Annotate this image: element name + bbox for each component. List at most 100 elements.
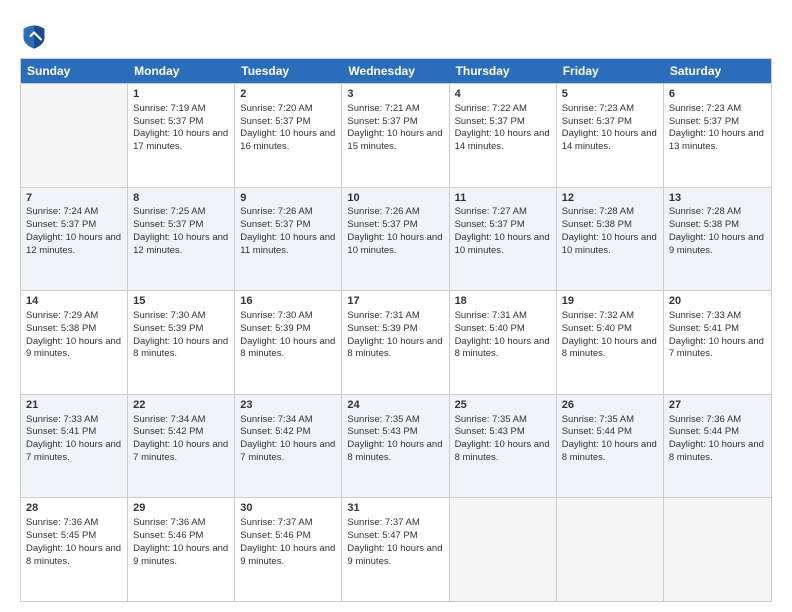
day-info: Sunrise: 7:24 AMSunset: 5:37 PMDaylight:… [26, 206, 122, 257]
day-number: 5 [562, 87, 658, 102]
day-number: 15 [133, 294, 229, 309]
logo-icon [20, 22, 48, 50]
day-info: Sunrise: 7:26 AMSunset: 5:37 PMDaylight:… [347, 206, 443, 257]
weekday-header-tuesday: Tuesday [235, 59, 342, 83]
day-info: Sunrise: 7:20 AMSunset: 5:37 PMDaylight:… [240, 103, 336, 154]
calendar-row-3: 14Sunrise: 7:29 AMSunset: 5:38 PMDayligh… [21, 290, 771, 394]
day-info: Sunrise: 7:30 AMSunset: 5:39 PMDaylight:… [240, 310, 336, 361]
calendar: SundayMondayTuesdayWednesdayThursdayFrid… [20, 58, 772, 602]
calendar-row-5: 28Sunrise: 7:36 AMSunset: 5:45 PMDayligh… [21, 497, 771, 601]
day-number: 11 [455, 191, 551, 206]
day-cell-19: 19Sunrise: 7:32 AMSunset: 5:40 PMDayligh… [557, 291, 664, 394]
day-info: Sunrise: 7:28 AMSunset: 5:38 PMDaylight:… [669, 206, 766, 257]
day-cell-25: 25Sunrise: 7:35 AMSunset: 5:43 PMDayligh… [450, 395, 557, 498]
day-cell-31: 31Sunrise: 7:37 AMSunset: 5:47 PMDayligh… [342, 498, 449, 601]
day-number: 28 [26, 501, 122, 516]
day-cell-16: 16Sunrise: 7:30 AMSunset: 5:39 PMDayligh… [235, 291, 342, 394]
day-number: 25 [455, 398, 551, 413]
day-cell-9: 9Sunrise: 7:26 AMSunset: 5:37 PMDaylight… [235, 188, 342, 291]
weekday-header-friday: Friday [557, 59, 664, 83]
calendar-row-4: 21Sunrise: 7:33 AMSunset: 5:41 PMDayligh… [21, 394, 771, 498]
empty-cell [664, 498, 771, 601]
day-number: 2 [240, 87, 336, 102]
day-cell-4: 4Sunrise: 7:22 AMSunset: 5:37 PMDaylight… [450, 84, 557, 187]
day-info: Sunrise: 7:35 AMSunset: 5:43 PMDaylight:… [455, 414, 551, 465]
day-number: 24 [347, 398, 443, 413]
day-number: 9 [240, 191, 336, 206]
day-cell-11: 11Sunrise: 7:27 AMSunset: 5:37 PMDayligh… [450, 188, 557, 291]
day-cell-7: 7Sunrise: 7:24 AMSunset: 5:37 PMDaylight… [21, 188, 128, 291]
day-cell-2: 2Sunrise: 7:20 AMSunset: 5:37 PMDaylight… [235, 84, 342, 187]
page: SundayMondayTuesdayWednesdayThursdayFrid… [0, 0, 792, 612]
day-number: 23 [240, 398, 336, 413]
day-cell-10: 10Sunrise: 7:26 AMSunset: 5:37 PMDayligh… [342, 188, 449, 291]
day-info: Sunrise: 7:32 AMSunset: 5:40 PMDaylight:… [562, 310, 658, 361]
day-number: 6 [669, 87, 766, 102]
day-info: Sunrise: 7:34 AMSunset: 5:42 PMDaylight:… [240, 414, 336, 465]
day-cell-3: 3Sunrise: 7:21 AMSunset: 5:37 PMDaylight… [342, 84, 449, 187]
weekday-header-saturday: Saturday [664, 59, 771, 83]
calendar-row-1: 1Sunrise: 7:19 AMSunset: 5:37 PMDaylight… [21, 83, 771, 187]
day-number: 27 [669, 398, 766, 413]
logo [20, 22, 52, 50]
calendar-row-2: 7Sunrise: 7:24 AMSunset: 5:37 PMDaylight… [21, 187, 771, 291]
day-info: Sunrise: 7:36 AMSunset: 5:46 PMDaylight:… [133, 517, 229, 568]
day-number: 31 [347, 501, 443, 516]
day-number: 20 [669, 294, 766, 309]
day-info: Sunrise: 7:21 AMSunset: 5:37 PMDaylight:… [347, 103, 443, 154]
weekday-header-wednesday: Wednesday [342, 59, 449, 83]
day-info: Sunrise: 7:29 AMSunset: 5:38 PMDaylight:… [26, 310, 122, 361]
day-info: Sunrise: 7:28 AMSunset: 5:38 PMDaylight:… [562, 206, 658, 257]
calendar-body: 1Sunrise: 7:19 AMSunset: 5:37 PMDaylight… [21, 83, 771, 601]
day-info: Sunrise: 7:34 AMSunset: 5:42 PMDaylight:… [133, 414, 229, 465]
day-info: Sunrise: 7:31 AMSunset: 5:39 PMDaylight:… [347, 310, 443, 361]
day-number: 21 [26, 398, 122, 413]
day-info: Sunrise: 7:36 AMSunset: 5:45 PMDaylight:… [26, 517, 122, 568]
day-number: 17 [347, 294, 443, 309]
day-number: 18 [455, 294, 551, 309]
day-cell-21: 21Sunrise: 7:33 AMSunset: 5:41 PMDayligh… [21, 395, 128, 498]
day-info: Sunrise: 7:22 AMSunset: 5:37 PMDaylight:… [455, 103, 551, 154]
day-cell-8: 8Sunrise: 7:25 AMSunset: 5:37 PMDaylight… [128, 188, 235, 291]
day-cell-24: 24Sunrise: 7:35 AMSunset: 5:43 PMDayligh… [342, 395, 449, 498]
day-number: 14 [26, 294, 122, 309]
day-info: Sunrise: 7:33 AMSunset: 5:41 PMDaylight:… [669, 310, 766, 361]
empty-cell [21, 84, 128, 187]
day-number: 30 [240, 501, 336, 516]
weekday-header-thursday: Thursday [450, 59, 557, 83]
header [20, 18, 772, 50]
day-cell-14: 14Sunrise: 7:29 AMSunset: 5:38 PMDayligh… [21, 291, 128, 394]
day-number: 22 [133, 398, 229, 413]
day-cell-6: 6Sunrise: 7:23 AMSunset: 5:37 PMDaylight… [664, 84, 771, 187]
day-info: Sunrise: 7:36 AMSunset: 5:44 PMDaylight:… [669, 414, 766, 465]
day-info: Sunrise: 7:35 AMSunset: 5:43 PMDaylight:… [347, 414, 443, 465]
day-cell-28: 28Sunrise: 7:36 AMSunset: 5:45 PMDayligh… [21, 498, 128, 601]
day-number: 4 [455, 87, 551, 102]
empty-cell [557, 498, 664, 601]
day-number: 3 [347, 87, 443, 102]
day-info: Sunrise: 7:37 AMSunset: 5:47 PMDaylight:… [347, 517, 443, 568]
day-number: 10 [347, 191, 443, 206]
day-number: 13 [669, 191, 766, 206]
day-info: Sunrise: 7:23 AMSunset: 5:37 PMDaylight:… [669, 103, 766, 154]
day-info: Sunrise: 7:25 AMSunset: 5:37 PMDaylight:… [133, 206, 229, 257]
day-info: Sunrise: 7:33 AMSunset: 5:41 PMDaylight:… [26, 414, 122, 465]
day-number: 8 [133, 191, 229, 206]
empty-cell [450, 498, 557, 601]
day-cell-5: 5Sunrise: 7:23 AMSunset: 5:37 PMDaylight… [557, 84, 664, 187]
day-cell-29: 29Sunrise: 7:36 AMSunset: 5:46 PMDayligh… [128, 498, 235, 601]
day-info: Sunrise: 7:30 AMSunset: 5:39 PMDaylight:… [133, 310, 229, 361]
day-info: Sunrise: 7:26 AMSunset: 5:37 PMDaylight:… [240, 206, 336, 257]
calendar-header: SundayMondayTuesdayWednesdayThursdayFrid… [21, 59, 771, 83]
day-number: 12 [562, 191, 658, 206]
day-number: 7 [26, 191, 122, 206]
day-info: Sunrise: 7:35 AMSunset: 5:44 PMDaylight:… [562, 414, 658, 465]
day-info: Sunrise: 7:19 AMSunset: 5:37 PMDaylight:… [133, 103, 229, 154]
day-number: 19 [562, 294, 658, 309]
day-cell-27: 27Sunrise: 7:36 AMSunset: 5:44 PMDayligh… [664, 395, 771, 498]
day-cell-15: 15Sunrise: 7:30 AMSunset: 5:39 PMDayligh… [128, 291, 235, 394]
day-cell-17: 17Sunrise: 7:31 AMSunset: 5:39 PMDayligh… [342, 291, 449, 394]
day-number: 26 [562, 398, 658, 413]
day-number: 29 [133, 501, 229, 516]
day-number: 1 [133, 87, 229, 102]
